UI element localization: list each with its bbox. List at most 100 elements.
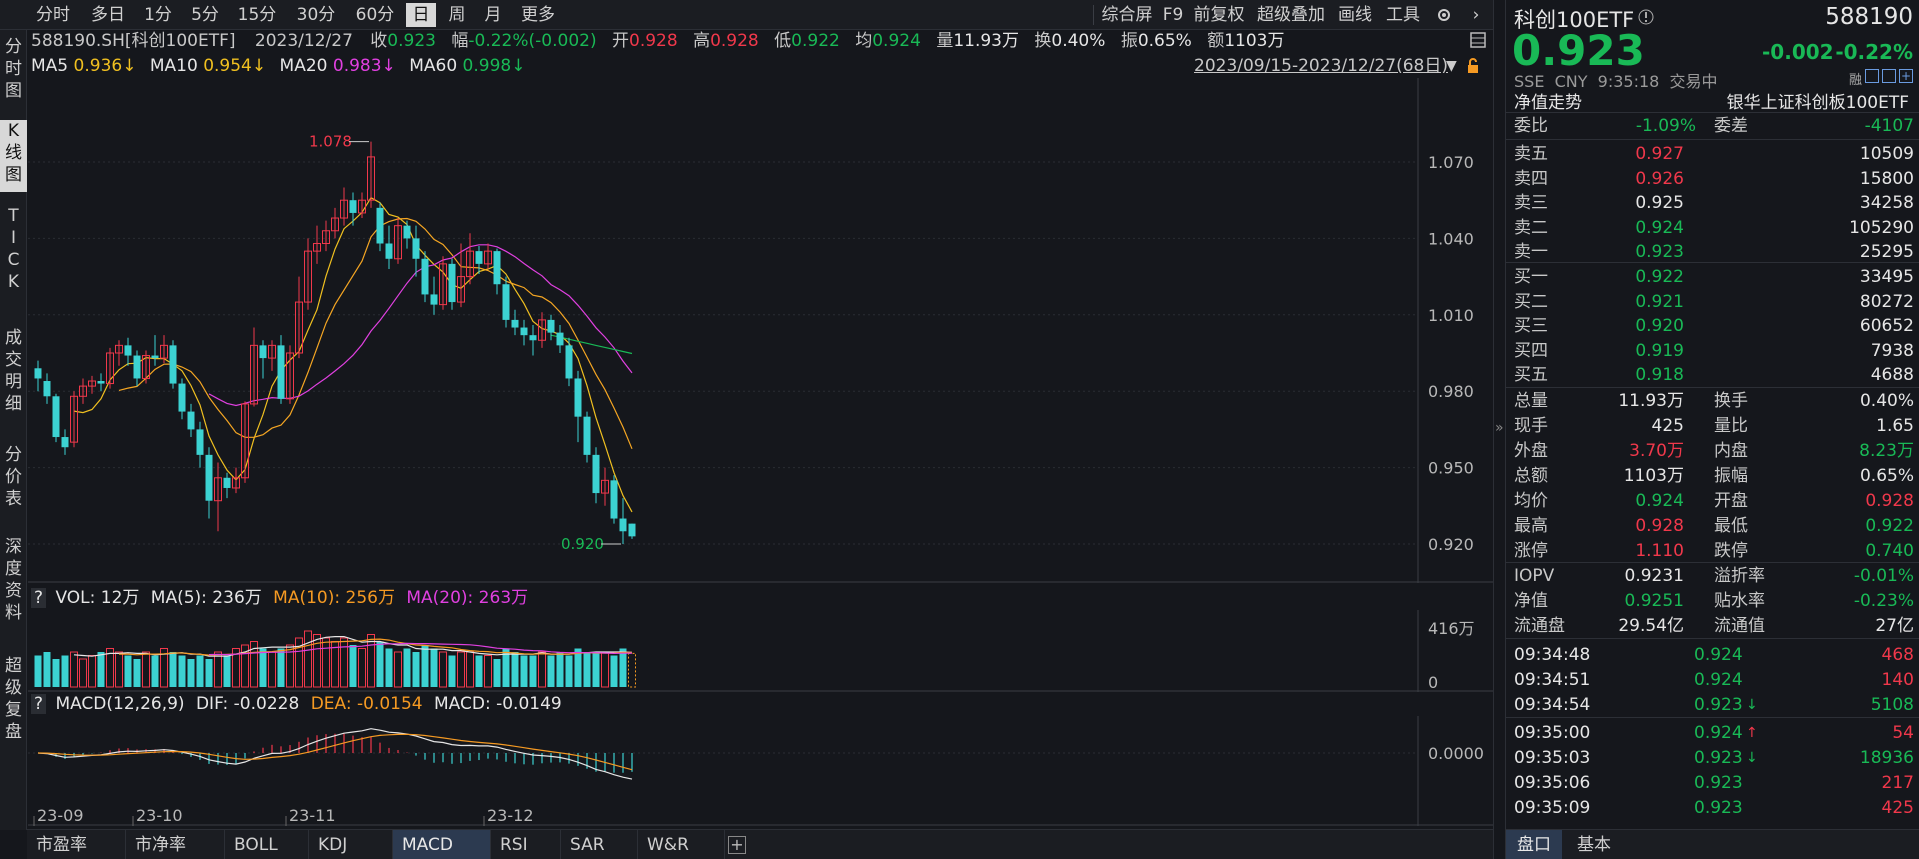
chevron-right-icon[interactable]: › — [1466, 3, 1486, 27]
buy-level-row[interactable]: 买二 0.921 80272 — [1514, 290, 1914, 314]
panel-divider[interactable]: » — [1493, 0, 1505, 859]
lock-icon[interactable] — [1466, 58, 1480, 74]
candle-body — [448, 263, 456, 303]
period-tab-more[interactable]: 更多 — [515, 3, 561, 27]
stat-value: 0.922 — [1865, 516, 1914, 536]
panel-tab-basic[interactable]: 基本 — [1566, 830, 1622, 859]
macd-help-icon[interactable]: ? — [31, 694, 47, 714]
period-tab-timeshare[interactable]: 分时 — [30, 3, 76, 27]
composite-screen-button[interactable]: 综合屏 — [1097, 3, 1157, 27]
left-tab-timeshare[interactable]: 分时图 — [0, 36, 27, 108]
f9-button[interactable]: F9 — [1160, 3, 1186, 27]
gear-icon[interactable] — [1432, 3, 1456, 27]
volume-help-icon[interactable]: ? — [31, 588, 47, 608]
buy-level-row[interactable]: 买四 0.919 7938 — [1514, 339, 1914, 363]
sell-level-row[interactable]: 卖三 0.925 34258 — [1514, 191, 1914, 215]
period-tab-1min[interactable]: 1分 — [140, 3, 176, 27]
period-tab-15min[interactable]: 15分 — [232, 3, 282, 27]
left-tab-replay[interactable]: 超级复盘 — [0, 655, 27, 771]
left-tab-price-table[interactable]: 分价表 — [0, 444, 27, 516]
panel-tab-orderbook[interactable]: 盘口 — [1506, 830, 1562, 859]
indicator-tab-kdj[interactable]: KDJ — [309, 830, 393, 859]
mini-tools: 融 + — [1849, 69, 1913, 88]
fund-stat-label: 流通盘 — [1514, 616, 1565, 636]
stat-label: 外盘 — [1514, 441, 1548, 461]
kline-chart[interactable]: 1.070 1.040 1.010 0.980 0.950 0.920 1.078 0.92… — [28, 78, 1493, 583]
macd-chart[interactable]: 0.0000 23-09 23-10 23-11 23-12 — [28, 716, 1493, 826]
indicator-tab-boll[interactable]: BOLL — [225, 830, 309, 859]
sell-level-row[interactable]: 卖四 0.926 15800 — [1514, 167, 1914, 191]
separator — [1506, 638, 1919, 639]
separator — [1506, 562, 1919, 563]
period-tab-5min[interactable]: 5分 — [185, 3, 225, 27]
buy-level-price: 0.920 — [1635, 316, 1684, 336]
stat-value: 0.65% — [1859, 466, 1914, 486]
period-tab-multiday[interactable]: 多日 — [85, 3, 131, 27]
window-icon[interactable] — [1865, 69, 1879, 83]
period-tab-30min[interactable]: 30分 — [291, 3, 341, 27]
indicator-tabs: 市盈率 市净率 BOLL KDJ MACD RSI SAR W&R + — [27, 829, 1493, 859]
volume-bar — [529, 655, 537, 687]
left-tab-label: TICK — [7, 206, 20, 292]
stat-label: 均价 — [1514, 491, 1548, 511]
add-icon[interactable]: + — [1899, 69, 1913, 83]
left-vertical-tabs: 分时图 K线图 TICK 成交明细 分价表 深度资料 超级复盘 — [0, 30, 27, 830]
left-tab-kline[interactable]: K线图 — [0, 120, 27, 192]
indicator-tab-macd[interactable]: MACD — [393, 830, 491, 859]
draw-line-button[interactable]: 画线 — [1334, 3, 1376, 27]
left-tab-tick[interactable]: TICK — [0, 205, 27, 297]
add-icon[interactable]: + — [728, 836, 746, 854]
collapse-arrow-icon[interactable]: » — [1495, 420, 1504, 436]
buy-level-row[interactable]: 买三 0.920 60652 — [1514, 314, 1914, 338]
sell-level-row[interactable]: 卖五 0.927 10509 — [1514, 142, 1914, 166]
sell-level-price: 0.923 — [1635, 242, 1684, 262]
stat-row: 涨停 1.110 跌停 0.740 — [1514, 539, 1914, 563]
info-icon[interactable] — [1638, 9, 1654, 25]
overlay-button[interactable]: 超级叠加 — [1252, 3, 1330, 27]
triangle-down-icon[interactable]: ▼ — [1446, 58, 1457, 74]
sell-level-row[interactable]: 卖二 0.924 105290 — [1514, 216, 1914, 240]
macd-value: MACD: -0.0149 — [434, 694, 562, 714]
adjust-button[interactable]: 前复权 — [1190, 3, 1248, 27]
volume-bar — [97, 652, 105, 687]
tick-row: 09:35:09 0.923 425 — [1514, 796, 1914, 820]
fund-stat-value: 29.54亿 — [1618, 616, 1684, 636]
indicator-tab-sar[interactable]: SAR — [561, 830, 638, 859]
nav-trend-link[interactable]: 净值走势 — [1514, 88, 1582, 113]
left-tab-trade-detail[interactable]: 成交明细 — [0, 327, 27, 421]
volume-bar — [88, 655, 96, 688]
period-tab-week[interactable]: 周 — [442, 3, 472, 27]
volume-chart[interactable]: 416万 0 — [28, 610, 1493, 692]
price-change: -0.002 — [1762, 40, 1834, 64]
indicator-tab-pe[interactable]: 市盈率 — [27, 830, 126, 859]
period-tab-60min[interactable]: 60分 — [350, 3, 400, 27]
indicator-tab-pb[interactable]: 市净率 — [126, 830, 225, 859]
indicator-tab-rsi[interactable]: RSI — [491, 830, 561, 859]
separator — [1506, 262, 1919, 263]
candle-body — [520, 327, 528, 336]
quote-date: 2023/12/27 — [254, 31, 353, 51]
candle-body — [349, 200, 357, 213]
layout-icon[interactable] — [1470, 32, 1486, 48]
volume-bar — [349, 645, 357, 687]
left-tab-label: K线图 — [5, 121, 22, 185]
stat-row: 总量 11.93万 换手 0.40% — [1514, 389, 1914, 413]
candle-body — [61, 437, 69, 448]
sell-level-row[interactable]: 卖一 0.923 25295 — [1514, 240, 1914, 264]
tick-price: 0.923 — [1694, 695, 1743, 715]
date-tick-label: 23-10 — [136, 806, 183, 825]
buy-level-row[interactable]: 买五 0.918 4688 — [1514, 363, 1914, 387]
margin-icon[interactable]: 融 — [1849, 69, 1862, 88]
volume-bar — [187, 659, 195, 687]
tools-button[interactable]: 工具 — [1382, 3, 1424, 27]
close-label: 收 — [370, 31, 388, 51]
period-tab-day[interactable]: 日 — [406, 3, 436, 27]
window-icon[interactable] — [1882, 69, 1896, 83]
tick-price: 0.923 — [1694, 748, 1743, 768]
date-range[interactable]: 2023/09/15-2023/12/27(68日) — [1194, 55, 1448, 77]
period-tab-month[interactable]: 月 — [478, 3, 508, 27]
buy-level-row[interactable]: 买一 0.922 33495 — [1514, 265, 1914, 289]
open-value: 0.928 — [629, 31, 678, 51]
left-tab-depth[interactable]: 深度资料 — [0, 536, 27, 630]
indicator-tab-wr[interactable]: W&R — [638, 830, 725, 859]
